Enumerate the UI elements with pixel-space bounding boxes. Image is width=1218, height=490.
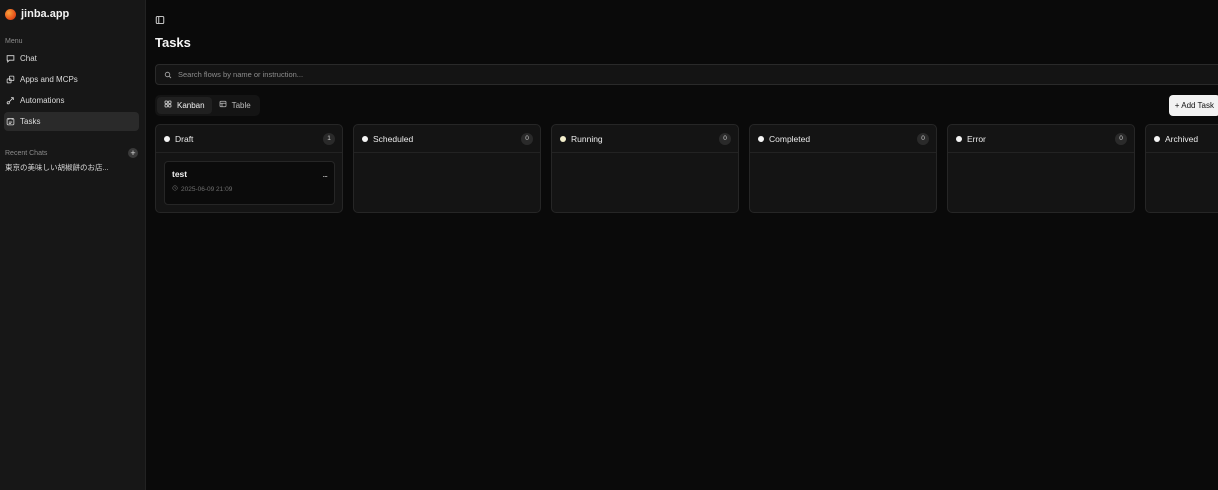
column-draft: Draft 1 test ... 2025-06-09 21:09	[155, 124, 343, 213]
tasks-icon	[5, 117, 15, 127]
new-chat-button[interactable]: +	[128, 148, 138, 158]
task-card-meta: 2025-06-09 21:09	[172, 185, 327, 193]
tab-table[interactable]: Table	[212, 97, 258, 114]
sidebar-item-label: Chat	[20, 54, 37, 63]
topbar	[155, 0, 1218, 36]
column-count: 0	[1115, 132, 1127, 145]
sidebar: jinba.app Menu Chat Apps and MCPs Automa…	[0, 0, 146, 490]
tab-label: Table	[231, 100, 251, 110]
chat-bubble-icon	[5, 54, 15, 64]
sidebar-item-automations[interactable]: Automations	[5, 91, 140, 110]
tab-label: Kanban	[177, 100, 205, 110]
column-count: 0	[917, 132, 929, 145]
view-bar: Kanban Table + Add Task	[155, 94, 1218, 116]
apps-icon	[5, 75, 15, 85]
column-title: Draft	[175, 133, 194, 144]
status-dot	[758, 135, 764, 142]
column-scheduled: Scheduled 0	[353, 124, 541, 213]
column-header: Draft 1	[156, 125, 342, 153]
column-count: 0	[521, 132, 533, 145]
status-dot	[956, 135, 962, 142]
tab-kanban[interactable]: Kanban	[157, 96, 212, 114]
task-card-title: test	[172, 169, 188, 179]
sidebar-item-label: Automations	[20, 96, 65, 105]
brand-logo-icon	[5, 8, 16, 20]
sidebar-item-chat[interactable]: Chat	[5, 49, 140, 68]
sidebar-item-label: Tasks	[20, 117, 41, 126]
column-count: 0	[719, 132, 731, 145]
column-completed: Completed 0	[749, 124, 937, 213]
search-icon	[164, 66, 172, 84]
column-error: Error 0	[947, 124, 1135, 213]
view-tabs: Kanban Table	[155, 94, 260, 116]
column-header: Completed 0	[750, 125, 936, 153]
status-dot	[164, 135, 170, 142]
column-title: Error	[967, 133, 986, 144]
column-running: Running 0	[551, 124, 739, 213]
grid-icon	[164, 100, 172, 110]
recent-chats-header: Recent Chats +	[5, 147, 140, 159]
column-title: Archived	[1165, 133, 1199, 144]
column-header: Scheduled 0	[354, 125, 540, 153]
automation-icon	[5, 96, 15, 106]
more-options-icon[interactable]: ...	[322, 169, 327, 179]
column-header: Error 0	[948, 125, 1134, 153]
status-dot	[1154, 135, 1160, 142]
column-title: Completed	[769, 133, 811, 144]
sidebar-item-apps[interactable]: Apps and MCPs	[5, 70, 140, 89]
column-header: Running 0	[552, 125, 738, 153]
clock-icon	[172, 185, 178, 193]
task-card[interactable]: test ... 2025-06-09 21:09	[164, 161, 335, 205]
column-title: Running	[571, 133, 603, 144]
main-content: Tasks Kanban Table	[146, 0, 1218, 490]
sidebar-item-tasks[interactable]: Tasks	[4, 112, 139, 131]
menu-label: Menu	[5, 38, 23, 45]
sidebar-toggle-icon[interactable]	[155, 12, 165, 24]
column-archived: Archived 0	[1145, 124, 1218, 213]
sidebar-item-label: Apps and MCPs	[20, 75, 78, 84]
task-card-timestamp: 2025-06-09 21:09	[181, 185, 233, 193]
page-title: Tasks	[155, 35, 191, 50]
status-dot	[560, 135, 566, 142]
status-dot	[362, 135, 368, 142]
search-bar	[155, 64, 1218, 85]
column-title: Scheduled	[373, 133, 414, 144]
column-count: 1	[323, 132, 335, 145]
app-window: jinba.app Menu Chat Apps and MCPs Automa…	[0, 0, 1218, 490]
search-input[interactable]	[178, 70, 1178, 79]
add-task-button[interactable]: + Add Task	[1168, 94, 1218, 116]
recent-chats-label: Recent Chats	[5, 149, 48, 157]
column-header: Archived 0	[1146, 125, 1218, 153]
kanban-board: Draft 1 test ... 2025-06-09 21:09 Schedu…	[155, 124, 1218, 213]
brand[interactable]: jinba.app	[5, 7, 140, 21]
brand-name: jinba.app	[21, 8, 70, 20]
recent-chat-item[interactable]: 東京の美味しい胡椒餅のお店...	[5, 162, 140, 173]
table-icon	[219, 100, 227, 110]
